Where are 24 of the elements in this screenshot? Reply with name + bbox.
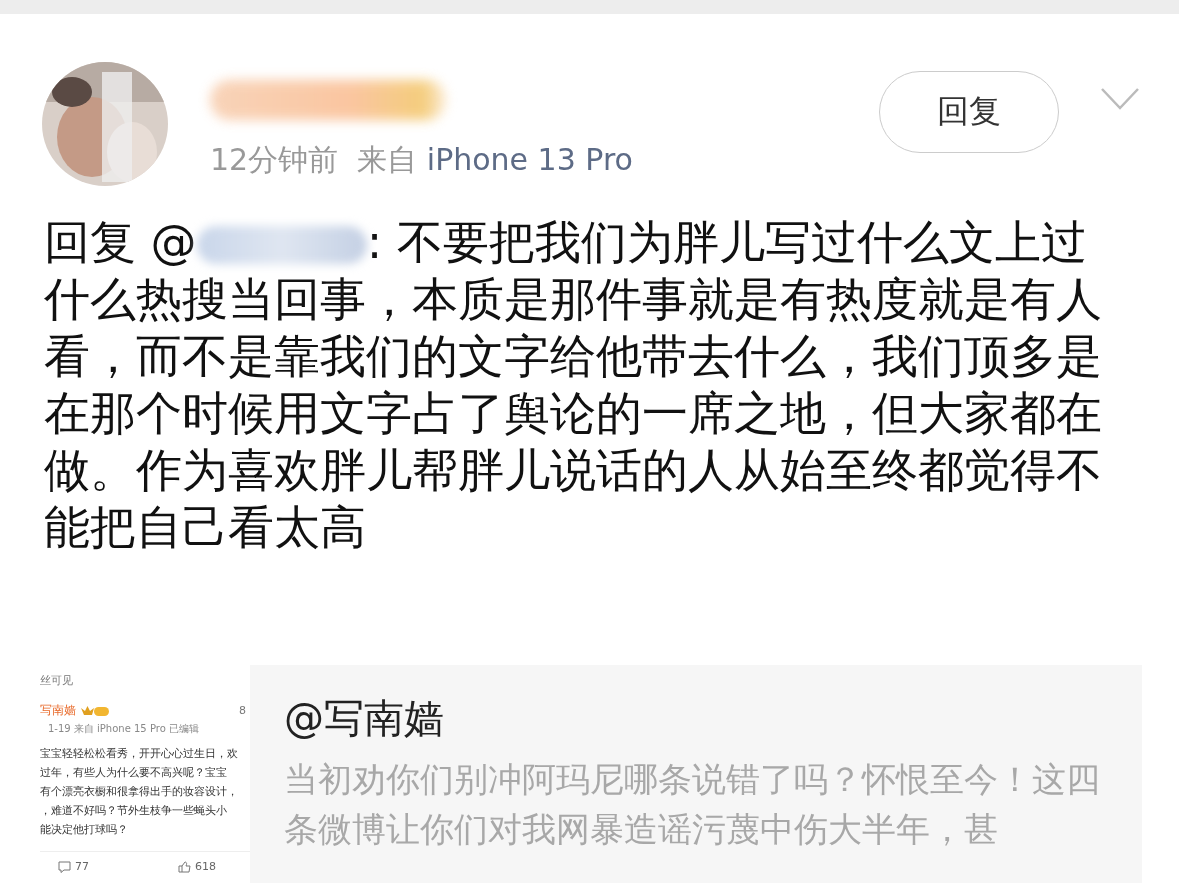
- comment-text: 回复 @ : 不要把我们为胖儿写过什么文上过什么热搜当回事，本质是那件事就是有热度就是有人看，而不是靠我们的文字给他带去什么，我们顶多是在那个时候用文字占了舆论的一席之地，但大家都在做。作为喜欢胖儿帮胖儿说话的人从始至终都觉得不能把自己看太高: [44, 214, 1103, 556]
- visibility-label: 丝可见: [40, 673, 74, 688]
- blurred-mention[interactable]: [196, 226, 367, 264]
- post-time: 12分钟前: [210, 142, 339, 177]
- quote-text: 当初劝你们别冲阿玛尼哪条说错了吗？怀恨至今！这四条微博让你们对我网暴造谣污蔑中伤大半年，甚: [284, 758, 1101, 851]
- chevron-down-icon[interactable]: [1101, 88, 1139, 110]
- author-name: 写南嫱: [40, 702, 76, 719]
- post-meta: 1-19 来自 iPhone 15 Pro 已编辑: [48, 722, 200, 736]
- post-text-line: ，难道不好吗？节外生枝争一些蝇头小: [40, 803, 228, 819]
- like-count: 618: [195, 860, 216, 873]
- quote-title: @写南嫱: [284, 694, 445, 743]
- source-label: 来自: [357, 142, 419, 177]
- comment-count: 77: [75, 860, 89, 873]
- comment-icon: [58, 860, 71, 873]
- device-name: iPhone 13 Pro: [426, 142, 633, 177]
- post-text-line: 宝宝轻轻松松看秀，开开心心过生日，欢: [40, 746, 239, 762]
- post-text-line: 过年，有些人为什么要不高兴呢？宝宝: [40, 765, 228, 781]
- quote-card[interactable]: 丝可见 写南嫱 8 1-19 来自 iPhone 15 Pro 已编辑 宝宝轻轻松松看秀，开开心心过生日，欢 过年，有些人为什么要不高兴呢？宝宝 有个漂亮衣橱和很拿得出手的妆容设计， ，难道不好吗？节外生枝争一些蝇头小 能决定他打球吗？ 77 618 @写南嫱 当初劝你们别冲阿玛尼哪条说错了吗？怀恨至今！这四条微博让你们对我网暴造谣污蔑中伤大半年，甚: [38, 665, 1142, 883]
- reply-button[interactable]: 回复: [879, 71, 1059, 153]
- post-text-line: 有个漂亮衣橱和很拿得出手的妆容设计，: [40, 784, 239, 800]
- post-text-line: 能决定他打球吗？: [40, 822, 129, 838]
- thumbs-up-icon: [178, 860, 191, 873]
- side-count: 8: [239, 704, 246, 717]
- crown-badge-icon: [80, 704, 110, 717]
